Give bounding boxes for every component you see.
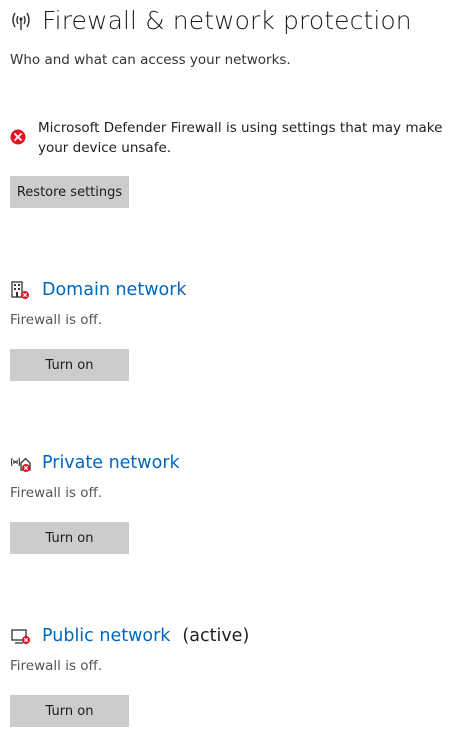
domain-network-icon xyxy=(11,281,29,299)
wifi-signal-icon xyxy=(12,12,30,30)
private-network-link[interactable]: Private network xyxy=(42,453,180,473)
firewall-warning: Microsoft Defender Firewall is using set… xyxy=(10,118,470,158)
domain-network-status: Firewall is off. xyxy=(10,312,103,328)
public-network-heading: Public network (active) xyxy=(10,623,249,649)
private-turn-on-button[interactable]: Turn on xyxy=(10,522,129,554)
page-header: Firewall & network protection xyxy=(8,2,412,38)
error-x-icon xyxy=(10,129,26,145)
warning-message: Microsoft Defender Firewall is using set… xyxy=(38,120,443,156)
domain-turn-on-button[interactable]: Turn on xyxy=(10,349,129,381)
private-network-heading: Private network xyxy=(10,450,180,476)
domain-network-heading: Domain network xyxy=(10,277,187,303)
active-network-label: (active) xyxy=(182,626,250,646)
private-network-status: Firewall is off. xyxy=(10,485,103,501)
public-network-icon xyxy=(11,629,30,644)
public-network-link[interactable]: Public network xyxy=(42,626,170,646)
domain-network-link[interactable]: Domain network xyxy=(42,280,187,300)
page-subtitle: Who and what can access your networks. xyxy=(10,52,291,68)
private-network-icon xyxy=(10,457,31,472)
public-turn-on-button[interactable]: Turn on xyxy=(10,695,129,727)
restore-settings-button[interactable]: Restore settings xyxy=(10,176,129,208)
page-title: Firewall & network protection xyxy=(42,5,412,35)
public-network-status: Firewall is off. xyxy=(10,658,103,674)
